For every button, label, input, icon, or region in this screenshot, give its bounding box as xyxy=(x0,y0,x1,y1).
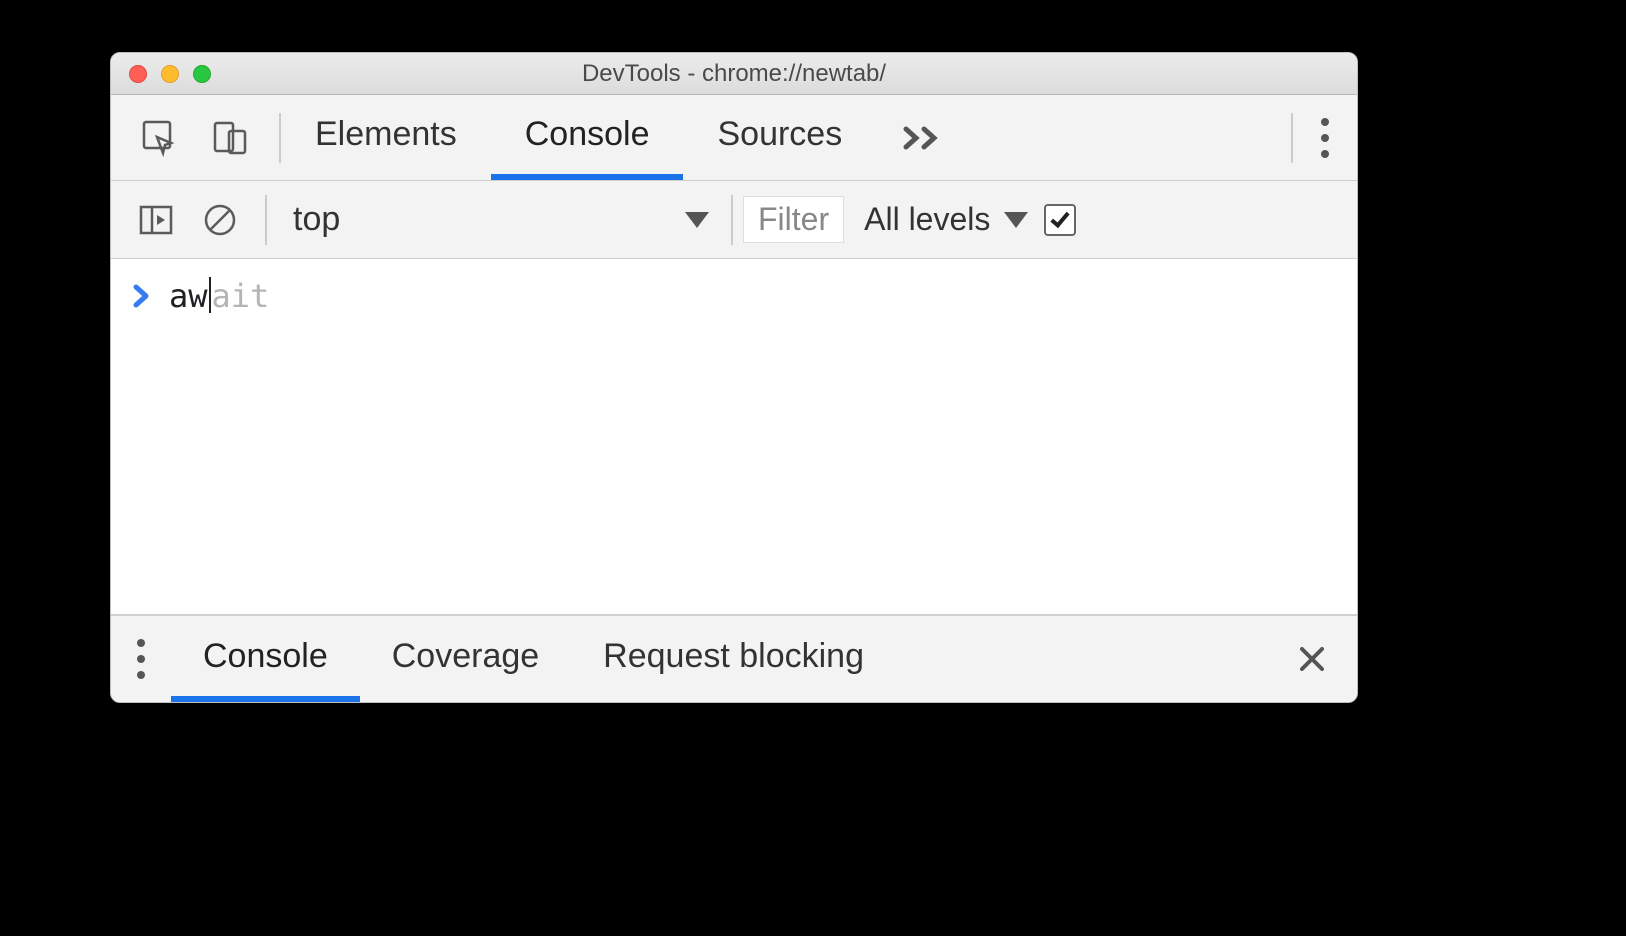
typed-text: aw xyxy=(169,277,208,315)
console-toolbar: top Filter All levels xyxy=(111,181,1357,259)
close-window-button[interactable] xyxy=(129,65,147,83)
divider xyxy=(731,195,733,245)
execution-context-value: top xyxy=(293,200,673,239)
tab-console[interactable]: Console xyxy=(491,95,684,180)
settings-menu-icon[interactable] xyxy=(1293,95,1357,180)
text-cursor xyxy=(209,277,211,313)
zoom-window-button[interactable] xyxy=(193,65,211,83)
execution-context-selector[interactable]: top xyxy=(267,181,731,258)
window-title: DevTools - chrome://newtab/ xyxy=(111,60,1357,88)
log-levels-label: All levels xyxy=(864,201,990,238)
clear-console-icon[interactable] xyxy=(201,201,239,239)
drawer-tab-coverage[interactable]: Coverage xyxy=(360,616,571,702)
check-icon xyxy=(1051,207,1070,227)
tab-elements[interactable]: Elements xyxy=(281,95,491,180)
window-controls xyxy=(111,65,211,83)
devtools-window: DevTools - chrome://newtab/ Elements Con… xyxy=(110,52,1358,703)
tab-sources[interactable]: Sources xyxy=(683,95,876,180)
chevron-down-icon xyxy=(1004,212,1028,228)
drawer-tab-console[interactable]: Console xyxy=(171,616,360,702)
prompt-chevron-icon xyxy=(133,283,151,309)
filter-input[interactable]: Filter xyxy=(743,196,844,243)
chevron-down-icon xyxy=(685,212,709,228)
drawer-tab-request-blocking[interactable]: Request blocking xyxy=(571,616,896,702)
close-drawer-icon[interactable] xyxy=(1267,616,1357,702)
preserve-log-checkbox[interactable] xyxy=(1044,204,1076,236)
log-levels-selector[interactable]: All levels xyxy=(864,201,1028,238)
console-prompt-line[interactable]: await xyxy=(133,277,1337,315)
show-console-sidebar-icon[interactable] xyxy=(137,201,175,239)
drawer-menu-icon[interactable] xyxy=(111,616,171,702)
main-tabbar: Elements Console Sources xyxy=(111,95,1357,181)
drawer-tabbar: Console Coverage Request blocking xyxy=(111,614,1357,702)
minimize-window-button[interactable] xyxy=(161,65,179,83)
more-tabs-icon[interactable] xyxy=(876,95,970,180)
inspect-element-icon[interactable] xyxy=(139,117,181,159)
autocomplete-suggestion: ait xyxy=(212,277,270,315)
console-body[interactable]: await xyxy=(111,259,1357,614)
toggle-device-toolbar-icon[interactable] xyxy=(209,117,251,159)
console-input[interactable]: await xyxy=(169,277,269,315)
titlebar: DevTools - chrome://newtab/ xyxy=(111,53,1357,95)
